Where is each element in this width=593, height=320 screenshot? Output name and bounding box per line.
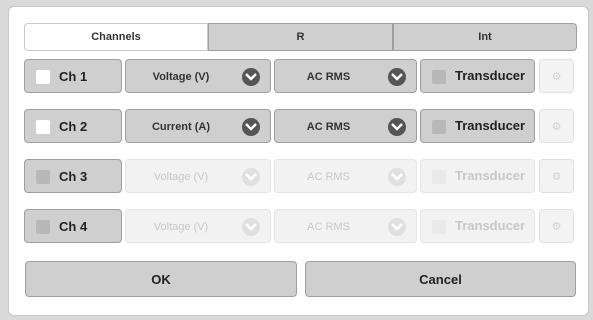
chevron-down-icon [242, 68, 260, 86]
channel-checkbox-1[interactable] [36, 70, 50, 84]
chevron-down-icon [388, 68, 406, 86]
channel-checkbox-2[interactable] [36, 120, 50, 134]
channel-toggle-3[interactable]: Ch 3 [24, 159, 122, 193]
measure-value: Current (A) [151, 121, 211, 133]
transducer-label: Transducer [455, 118, 526, 133]
measure-select-2[interactable]: Current (A) [125, 109, 271, 143]
chevron-down-icon [242, 118, 260, 136]
transducer-toggle-2[interactable]: Transducer [420, 109, 535, 143]
channel-checkbox-4[interactable] [36, 220, 50, 234]
mode-value: AC RMS [306, 71, 351, 83]
gear-icon: ⚙ [551, 221, 562, 233]
tab-bar: Channels R Int [24, 23, 577, 51]
channel-row-3: Ch 3 Voltage (V) AC RMS Transducer ⚙ [24, 159, 577, 193]
mode-select-1[interactable]: AC RMS [274, 59, 417, 93]
transducer-toggle-4: Transducer [420, 209, 535, 243]
channel-toggle-2[interactable]: Ch 2 [24, 109, 122, 143]
gear-icon: ⚙ [551, 171, 562, 183]
mode-select-4: AC RMS [274, 209, 417, 243]
cancel-button[interactable]: Cancel [305, 261, 576, 297]
mode-value: AC RMS [307, 221, 350, 233]
mode-select-2[interactable]: AC RMS [274, 109, 417, 143]
transducer-toggle-3: Transducer [420, 159, 535, 193]
measure-select-4: Voltage (V) [125, 209, 271, 243]
gear-icon: ⚙ [551, 71, 562, 83]
channel-toggle-1[interactable]: Ch 1 [24, 59, 122, 93]
tab-channels[interactable]: Channels [24, 23, 208, 51]
transducer-settings-button-4: ⚙ [539, 209, 574, 243]
transducer-checkbox-2[interactable] [432, 120, 446, 134]
channel-label: Ch 2 [59, 119, 88, 134]
transducer-label: Transducer [455, 68, 526, 83]
transducer-checkbox-4 [432, 220, 446, 234]
channel-settings-dialog: Channels R Int Ch 1 Voltage (V) AC RMS T… [8, 6, 589, 316]
transducer-label: Transducer [455, 168, 526, 183]
mode-value: AC RMS [307, 171, 350, 183]
mode-select-3: AC RMS [274, 159, 417, 193]
channel-label: Ch 1 [59, 69, 88, 84]
ok-button[interactable]: OK [25, 261, 297, 297]
transducer-settings-button-2[interactable]: ⚙ [539, 109, 574, 143]
channel-label: Ch 4 [59, 219, 88, 234]
channel-toggle-4[interactable]: Ch 4 [24, 209, 122, 243]
chevron-down-icon [388, 118, 406, 136]
channel-row-4: Ch 4 Voltage (V) AC RMS Transducer ⚙ [24, 209, 577, 243]
chevron-down-icon [242, 168, 260, 186]
measure-value: Voltage (V) [152, 71, 210, 83]
measure-select-1[interactable]: Voltage (V) [125, 59, 271, 93]
tab-r[interactable]: R [208, 23, 393, 51]
transducer-toggle-1[interactable]: Transducer [420, 59, 535, 93]
gear-icon: ⚙ [551, 121, 562, 133]
channel-row-2: Ch 2 Current (A) AC RMS Transducer ⚙ [24, 109, 577, 143]
tab-int[interactable]: Int [393, 23, 577, 51]
chevron-down-icon [388, 168, 406, 186]
measure-select-3: Voltage (V) [125, 159, 271, 193]
measure-value: Voltage (V) [153, 171, 209, 183]
mode-value: AC RMS [306, 121, 351, 133]
chevron-down-icon [388, 218, 406, 236]
channel-row-1: Ch 1 Voltage (V) AC RMS Transducer ⚙ [24, 59, 577, 93]
chevron-down-icon [242, 218, 260, 236]
channel-label: Ch 3 [59, 169, 88, 184]
transducer-checkbox-1[interactable] [432, 70, 446, 84]
measure-value: Voltage (V) [153, 221, 209, 233]
transducer-checkbox-3 [432, 170, 446, 184]
transducer-settings-button-3: ⚙ [539, 159, 574, 193]
channel-checkbox-3[interactable] [36, 170, 50, 184]
transducer-settings-button-1[interactable]: ⚙ [539, 59, 574, 93]
transducer-label: Transducer [455, 218, 526, 233]
